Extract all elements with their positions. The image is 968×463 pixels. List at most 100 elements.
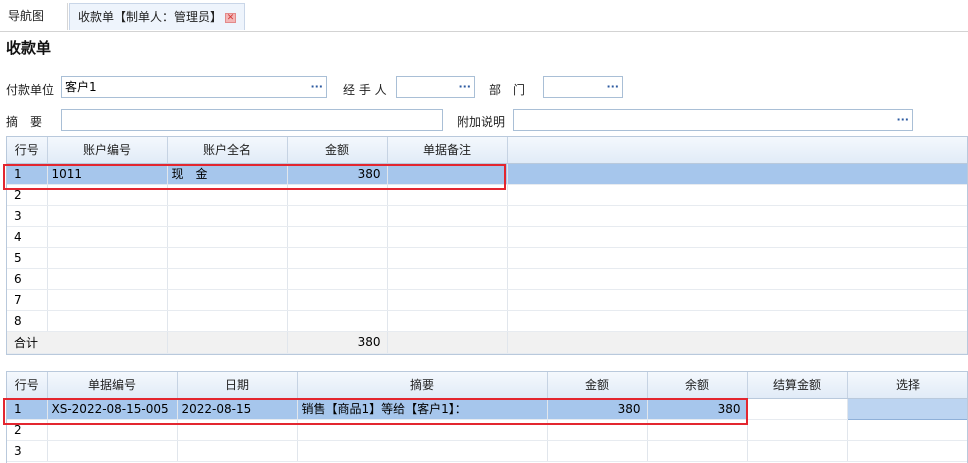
- remark-cell[interactable]: [387, 184, 508, 206]
- tab-bar: 导航图 收款单【制单人：管理员】 ✕: [0, 0, 968, 32]
- ellipsis-lookup-icon[interactable]: ···: [896, 110, 909, 130]
- column-header-account-name[interactable]: 账户全名: [167, 137, 288, 164]
- remark-cell[interactable]: [387, 226, 508, 248]
- total-row: 合计 380: [7, 330, 967, 354]
- select-cell[interactable]: [847, 440, 967, 462]
- row-number: 4: [7, 226, 48, 248]
- account-name-cell[interactable]: [167, 226, 288, 248]
- select-cell[interactable]: [847, 419, 967, 441]
- amount-cell[interactable]: 380: [287, 163, 388, 185]
- table-row[interactable]: 6: [7, 268, 967, 290]
- summary-cell[interactable]: [297, 419, 548, 441]
- table-row[interactable]: 5: [7, 247, 967, 269]
- filler-cell: [507, 163, 967, 185]
- filler-cell: [507, 205, 967, 227]
- column-header-remark[interactable]: 单据备注: [387, 137, 508, 164]
- row-number: 5: [7, 247, 48, 269]
- ellipsis-lookup-icon[interactable]: ···: [606, 77, 619, 97]
- handler-field[interactable]: ···: [396, 76, 475, 98]
- remark-cell[interactable]: [387, 205, 508, 227]
- table-row[interactable]: 1 1011 现 金 380: [7, 163, 967, 185]
- balance-cell[interactable]: [647, 440, 748, 462]
- column-header-account-code[interactable]: 账户编号: [47, 137, 168, 164]
- account-code-cell[interactable]: [47, 205, 168, 227]
- table-row[interactable]: 2: [7, 184, 967, 206]
- settle-amount-cell[interactable]: [747, 398, 848, 420]
- amount-cell[interactable]: [287, 247, 388, 269]
- column-header-balance[interactable]: 余额: [647, 372, 748, 399]
- account-code-cell[interactable]: [47, 310, 168, 332]
- account-code-cell[interactable]: [47, 226, 168, 248]
- amount-cell[interactable]: [547, 440, 648, 462]
- settle-amount-cell[interactable]: [747, 419, 848, 441]
- remark-cell[interactable]: [387, 310, 508, 332]
- bill-grid: 行号 单据编号 日期 摘要 金额 余额 结算金额 选择 1 XS-2022-08…: [6, 371, 968, 463]
- account-name-cell[interactable]: [167, 184, 288, 206]
- account-code-cell[interactable]: [47, 184, 168, 206]
- payer-field[interactable]: 客户1 ···: [61, 76, 327, 98]
- bill-code-cell[interactable]: XS-2022-08-15-005: [47, 398, 178, 420]
- tab-navigation-map[interactable]: 导航图: [0, 3, 68, 30]
- account-name-cell[interactable]: [167, 268, 288, 290]
- column-header-select[interactable]: 选择: [847, 372, 967, 399]
- account-code-cell[interactable]: [47, 247, 168, 269]
- remark-cell[interactable]: [387, 163, 508, 185]
- table-row[interactable]: 2: [7, 419, 967, 441]
- account-name-cell[interactable]: [167, 289, 288, 311]
- remark-cell[interactable]: [387, 289, 508, 311]
- filler-cell: [507, 184, 967, 206]
- column-header-settle-amount[interactable]: 结算金额: [747, 372, 848, 399]
- balance-cell[interactable]: [647, 419, 748, 441]
- amount-cell[interactable]: 380: [547, 398, 648, 420]
- account-name-cell[interactable]: [167, 205, 288, 227]
- amount-cell[interactable]: [287, 226, 388, 248]
- column-header-date[interactable]: 日期: [177, 372, 298, 399]
- amount-cell[interactable]: [287, 184, 388, 206]
- table-row[interactable]: 8: [7, 310, 967, 332]
- ellipsis-lookup-icon[interactable]: ···: [458, 77, 471, 97]
- column-header-bill-code[interactable]: 单据编号: [47, 372, 178, 399]
- close-icon[interactable]: ✕: [225, 13, 236, 23]
- tab-receipt[interactable]: 收款单【制单人：管理员】 ✕: [69, 3, 245, 30]
- column-header-amount[interactable]: 金额: [287, 137, 388, 164]
- filler-cell: [507, 247, 967, 269]
- balance-cell[interactable]: 380: [647, 398, 748, 420]
- table-row[interactable]: 7: [7, 289, 967, 311]
- column-header-amount[interactable]: 金额: [547, 372, 648, 399]
- page-title: 收款单: [6, 39, 52, 57]
- note-field[interactable]: ···: [513, 109, 913, 131]
- summary-cell[interactable]: [297, 440, 548, 462]
- amount-cell[interactable]: [287, 268, 388, 290]
- account-name-cell[interactable]: 现 金: [167, 163, 288, 185]
- bill-code-cell[interactable]: [47, 440, 178, 462]
- settle-amount-cell[interactable]: [747, 440, 848, 462]
- table-row[interactable]: 1 XS-2022-08-15-005 2022-08-15 销售【商品1】等给…: [7, 397, 967, 420]
- account-code-cell[interactable]: [47, 268, 168, 290]
- bill-code-cell[interactable]: [47, 419, 178, 441]
- filler-cell: [507, 268, 967, 290]
- account-name-cell[interactable]: [167, 310, 288, 332]
- remark-cell[interactable]: [387, 268, 508, 290]
- remark-cell[interactable]: [387, 247, 508, 269]
- table-row[interactable]: 4: [7, 226, 967, 248]
- table-row[interactable]: 3: [7, 440, 967, 462]
- date-cell[interactable]: [177, 440, 298, 462]
- date-cell[interactable]: [177, 419, 298, 441]
- account-code-cell[interactable]: [47, 289, 168, 311]
- ellipsis-lookup-icon[interactable]: ···: [310, 77, 323, 97]
- amount-cell[interactable]: [287, 289, 388, 311]
- date-cell[interactable]: 2022-08-15: [177, 398, 298, 420]
- summary-field[interactable]: [61, 109, 443, 131]
- dept-field[interactable]: ···: [543, 76, 623, 98]
- column-header-summary[interactable]: 摘要: [297, 372, 548, 399]
- account-code-cell[interactable]: 1011: [47, 163, 168, 185]
- table-row[interactable]: 3: [7, 205, 967, 227]
- summary-cell[interactable]: 销售【商品1】等给【客户1】：: [297, 398, 548, 420]
- amount-cell[interactable]: [287, 205, 388, 227]
- column-header-row-no[interactable]: 行号: [7, 372, 48, 399]
- amount-cell[interactable]: [287, 310, 388, 332]
- select-cell[interactable]: [846, 397, 967, 420]
- amount-cell[interactable]: [547, 419, 648, 441]
- account-name-cell[interactable]: [167, 247, 288, 269]
- column-header-row-no[interactable]: 行号: [7, 137, 48, 164]
